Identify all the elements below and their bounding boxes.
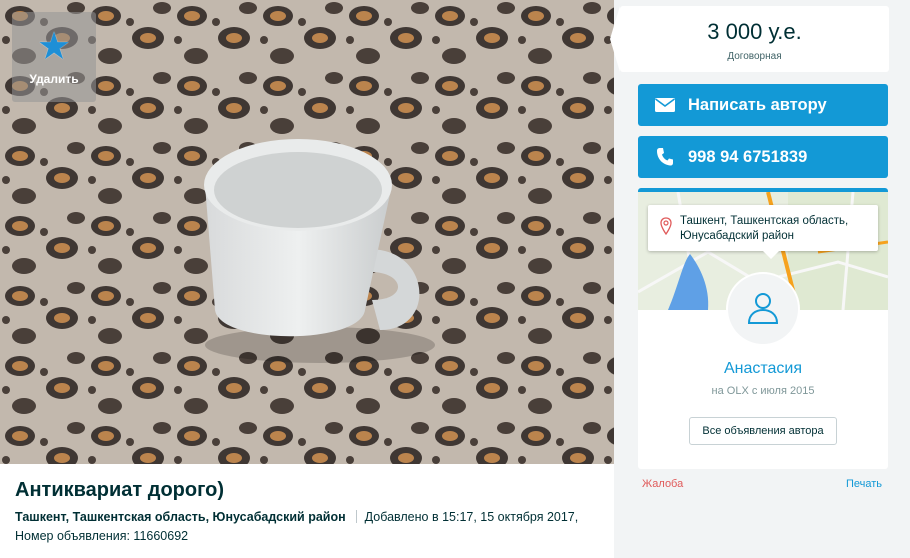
favorite-remove-button[interactable]: ★ Удалить	[12, 12, 96, 102]
phone-number: 998 94 6751839	[688, 147, 808, 166]
listing-meta: Ташкент, Ташкентская область, Юнусабадск…	[15, 508, 595, 546]
star-icon: ★	[36, 26, 72, 68]
map-pin-icon	[660, 217, 672, 240]
favorite-remove-label: Удалить	[29, 72, 79, 86]
listing-photo[interactable]: ★ Удалить	[0, 0, 614, 464]
price-negotiable: Договорная	[727, 51, 782, 62]
listing-location[interactable]: Ташкент, Ташкентская область, Юнусабадск…	[15, 510, 346, 524]
meta-divider	[355, 510, 357, 523]
envelope-icon	[655, 98, 675, 112]
all-author-ads-button[interactable]: Все объявления автора	[689, 417, 837, 445]
map-address-popup: Ташкент, Ташкентская область, Юнусабадск…	[648, 205, 878, 259]
listing-ad-number: Номер объявления: 11660692	[15, 529, 189, 543]
price-amount: 3 000 у.е.	[707, 19, 802, 44]
price-box: 3 000 у.е. Договорная	[610, 6, 889, 72]
seller-name[interactable]: Анастасия	[638, 360, 888, 378]
seller-card: Ташкент, Ташкентская область, Юнусабадск…	[638, 188, 888, 469]
user-icon	[746, 290, 780, 329]
complain-link[interactable]: Жалоба	[642, 478, 683, 490]
message-author-label: Написать автору	[688, 95, 827, 114]
listing-title: Антиквариат дорого)	[15, 479, 225, 501]
print-link[interactable]: Печать	[846, 478, 882, 490]
seller-avatar	[726, 272, 800, 346]
show-phone-button[interactable]: 998 94 6751839	[638, 136, 888, 178]
phone-icon	[655, 148, 675, 166]
map-address-text: Ташкент, Ташкентская область, Юнусабадск…	[680, 215, 849, 242]
listing-added-date: Добавлено в 15:17, 15 октября 2017,	[364, 510, 579, 524]
listing-details: Антиквариат дорого) Ташкент, Ташкентская…	[0, 464, 614, 558]
seller-since: на OLX с июля 2015	[711, 385, 815, 397]
message-author-button[interactable]: Написать автору	[638, 84, 888, 126]
